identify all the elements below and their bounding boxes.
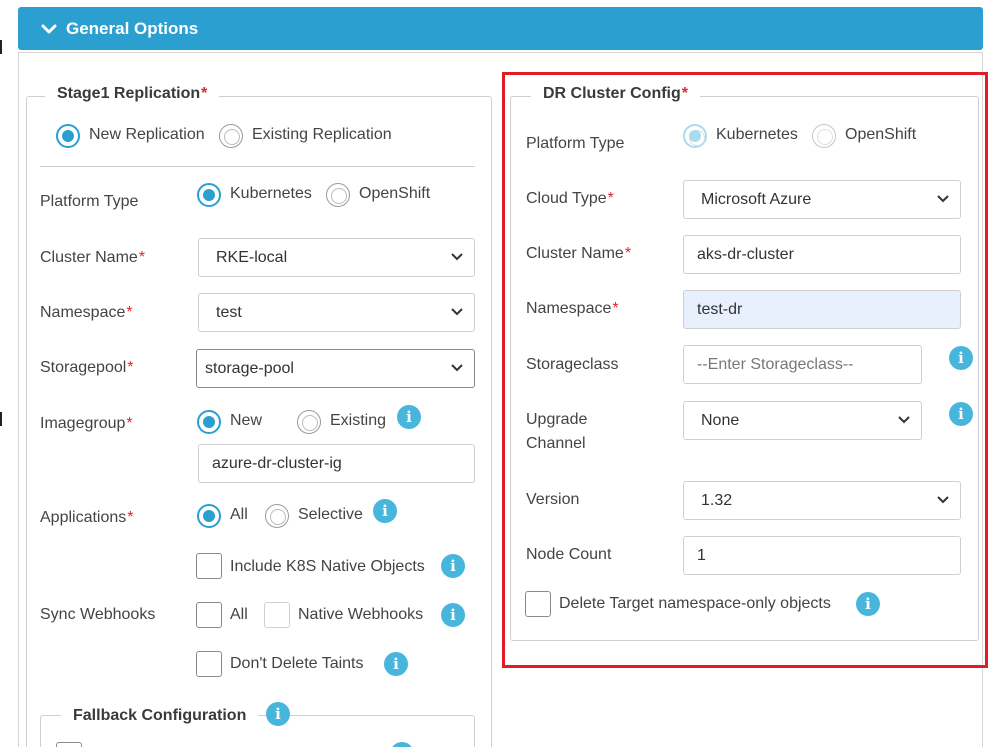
- stage1-legend: Stage1 Replication*: [45, 85, 220, 103]
- existing-replication-radio[interactable]: [219, 124, 243, 148]
- imagegroup-input[interactable]: azure-dr-cluster-ig: [198, 444, 475, 483]
- applications-selective-label: Selective: [298, 506, 363, 523]
- imagegroup-existing-label: Existing: [330, 412, 387, 429]
- stage1-divider: [40, 166, 475, 167]
- chevron-down-icon: [451, 308, 463, 316]
- info-icon[interactable]: i: [441, 554, 465, 578]
- stage1-cluster-name-select[interactable]: RKE-local: [198, 238, 475, 277]
- applications-all-label: All: [230, 506, 248, 523]
- fallback-legend: Fallback Configuration: [61, 707, 259, 725]
- existing-replication-label: Existing Replication: [252, 126, 392, 143]
- fallback-checkbox[interactable]: [56, 742, 82, 747]
- stage1-kubernetes-radio[interactable]: [197, 183, 221, 207]
- sync-webhooks-all-checkbox[interactable]: [196, 602, 222, 628]
- include-native-objects-checkbox[interactable]: [196, 553, 222, 579]
- dont-delete-taints-checkbox[interactable]: [196, 651, 222, 677]
- info-icon[interactable]: i: [266, 702, 290, 726]
- chevron-down-icon: [451, 364, 463, 372]
- native-webhooks-checkbox[interactable]: [264, 602, 290, 628]
- applications-all-radio[interactable]: [197, 504, 221, 528]
- stage1-namespace-label: Namespace*: [40, 304, 133, 321]
- imagegroup-existing-radio[interactable]: [297, 410, 321, 434]
- info-icon[interactable]: i: [441, 603, 465, 627]
- new-replication-radio[interactable]: [56, 124, 80, 148]
- stage1-openshift-label: OpenShift: [359, 185, 431, 202]
- stage1-openshift-radio[interactable]: [326, 183, 350, 207]
- chevron-down-icon: [40, 19, 60, 39]
- new-replication-label: New Replication: [89, 126, 205, 143]
- applications-label: Applications*: [40, 509, 134, 526]
- storagepool-label: Storagepool*: [40, 359, 134, 376]
- info-icon[interactable]: i: [373, 499, 397, 523]
- imagegroup-label: Imagegroup*: [40, 415, 133, 432]
- stage1-kubernetes-label: Kubernetes: [230, 185, 312, 202]
- storagepool-select[interactable]: storage-pool: [196, 349, 475, 388]
- general-options-header[interactable]: General Options: [18, 7, 983, 50]
- include-native-objects-label: Include K8S Native Objects: [230, 558, 425, 575]
- native-webhooks-label: Native Webhooks: [298, 606, 424, 623]
- stage1-namespace-select[interactable]: test: [198, 293, 475, 332]
- fallback-configuration-fieldset: Fallback Configuration: [40, 707, 475, 747]
- sync-webhooks-label: Sync Webhooks: [40, 606, 156, 623]
- info-icon[interactable]: i: [384, 652, 408, 676]
- imagegroup-new-label: New: [230, 412, 263, 429]
- edge-tick: [0, 412, 2, 426]
- applications-selective-radio[interactable]: [265, 504, 289, 528]
- stage1-cluster-name-label: Cluster Name*: [40, 249, 146, 266]
- chevron-down-icon: [451, 253, 463, 261]
- info-icon[interactable]: i: [397, 405, 421, 429]
- imagegroup-new-radio[interactable]: [197, 410, 221, 434]
- highlight-box: [502, 72, 988, 668]
- edge-tick: [0, 40, 2, 54]
- header-title: General Options: [66, 18, 199, 38]
- stage1-platform-type-label: Platform Type: [40, 193, 139, 210]
- sync-webhooks-all-label: All: [230, 606, 248, 623]
- dont-delete-taints-label: Don't Delete Taints: [230, 655, 364, 672]
